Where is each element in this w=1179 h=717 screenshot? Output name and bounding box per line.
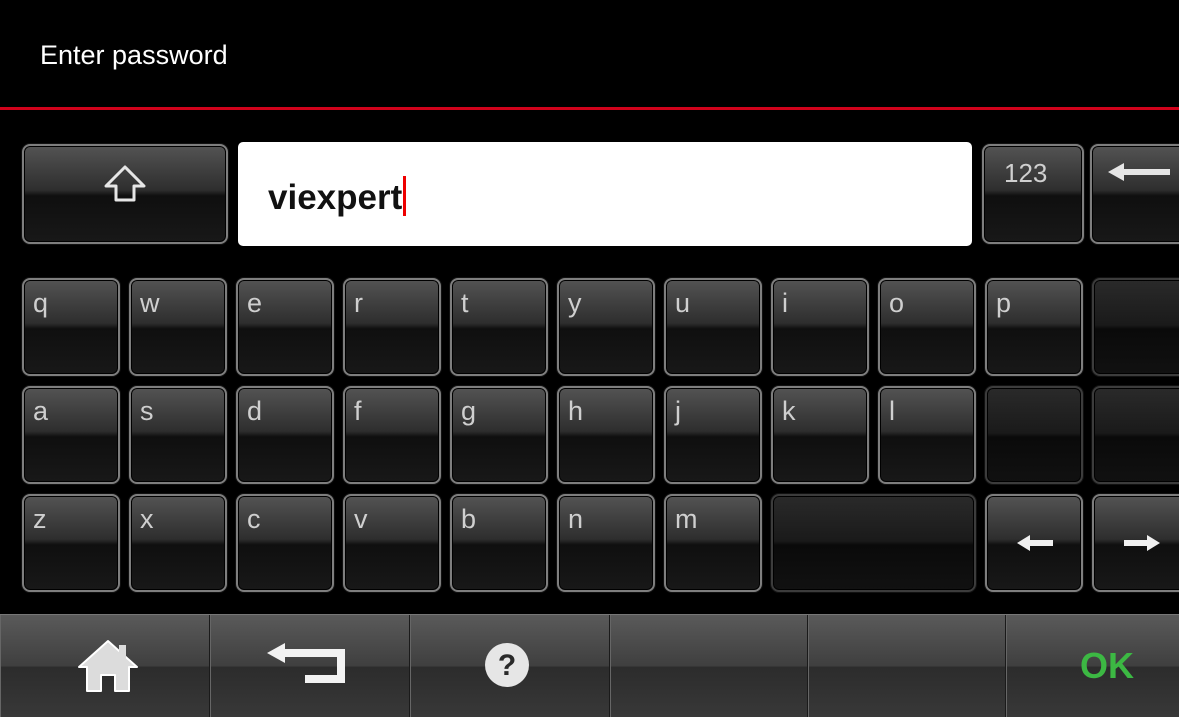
- key-t[interactable]: t: [450, 278, 548, 376]
- key-h[interactable]: h: [557, 386, 655, 484]
- help-button[interactable]: ?: [410, 615, 610, 717]
- key-m[interactable]: m: [664, 494, 762, 592]
- numeric-toggle-button[interactable]: 123: [982, 144, 1084, 244]
- key-label: l: [889, 396, 895, 426]
- key-g[interactable]: g: [450, 386, 548, 484]
- shift-button[interactable]: [22, 144, 228, 244]
- key-n[interactable]: n: [557, 494, 655, 592]
- cursor-right-button[interactable]: [1092, 494, 1179, 592]
- key-label: b: [461, 504, 477, 534]
- key-r[interactable]: r: [343, 278, 441, 376]
- backspace-button[interactable]: [1090, 144, 1179, 244]
- key-d[interactable]: d: [236, 386, 334, 484]
- password-input[interactable]: viexpert: [238, 142, 972, 246]
- bottom-toolbar: ? OK: [0, 614, 1179, 717]
- key-label: x: [140, 504, 154, 534]
- key-s[interactable]: s: [129, 386, 227, 484]
- key-label: c: [247, 504, 261, 534]
- help-icon: ?: [485, 643, 529, 687]
- page-title: Enter password: [40, 40, 228, 70]
- key-label: m: [675, 504, 698, 534]
- key-c[interactable]: c: [236, 494, 334, 592]
- home-icon: [78, 640, 138, 692]
- key-blank: [985, 386, 1083, 484]
- key-e[interactable]: e: [236, 278, 334, 376]
- key-i[interactable]: i: [771, 278, 869, 376]
- ok-label: OK: [1080, 645, 1134, 686]
- key-label: y: [568, 288, 582, 318]
- key-label: e: [247, 288, 263, 318]
- password-value: viexpert: [268, 176, 407, 218]
- key-label: u: [675, 288, 691, 318]
- key-u[interactable]: u: [664, 278, 762, 376]
- key-l[interactable]: l: [878, 386, 976, 484]
- key-label: d: [247, 396, 263, 426]
- key-blank: [1092, 386, 1179, 484]
- back-icon: [267, 643, 345, 683]
- numeric-toggle-label: 123: [1004, 158, 1048, 188]
- cursor-left-icon: [1017, 535, 1053, 551]
- key-w[interactable]: w: [129, 278, 227, 376]
- key-label: a: [33, 396, 49, 426]
- key-label: v: [354, 504, 368, 534]
- key-label: t: [461, 288, 469, 318]
- home-button[interactable]: [0, 615, 210, 717]
- key-q[interactable]: q: [22, 278, 120, 376]
- key-label: g: [461, 396, 477, 426]
- key-z[interactable]: z: [22, 494, 120, 592]
- text-caret: [403, 176, 407, 216]
- key-label: o: [889, 288, 905, 318]
- key-label: n: [568, 504, 584, 534]
- title-bar: Enter password: [0, 0, 1179, 109]
- key-o[interactable]: o: [878, 278, 976, 376]
- back-button[interactable]: [210, 615, 410, 717]
- key-label: w: [140, 288, 160, 318]
- key-p[interactable]: p: [985, 278, 1083, 376]
- key-label: q: [33, 288, 49, 318]
- key-j[interactable]: j: [664, 386, 762, 484]
- key-label: i: [782, 288, 788, 318]
- key-label: z: [33, 504, 47, 534]
- key-x[interactable]: x: [129, 494, 227, 592]
- backspace-icon: [1108, 163, 1170, 181]
- toolbar-empty-slot: [610, 615, 808, 717]
- key-label: j: [675, 396, 681, 426]
- key-label: k: [782, 396, 796, 426]
- cursor-right-icon: [1124, 535, 1160, 551]
- key-v[interactable]: v: [343, 494, 441, 592]
- key-label: f: [354, 396, 362, 426]
- key-f[interactable]: f: [343, 386, 441, 484]
- key-a[interactable]: a: [22, 386, 120, 484]
- key-k[interactable]: k: [771, 386, 869, 484]
- shift-icon: [104, 165, 146, 202]
- key-label: s: [140, 396, 154, 426]
- key-y[interactable]: y: [557, 278, 655, 376]
- cursor-left-button[interactable]: [985, 494, 1083, 592]
- key-b[interactable]: b: [450, 494, 548, 592]
- accent-divider: [0, 107, 1179, 110]
- key-label: h: [568, 396, 584, 426]
- ok-button[interactable]: OK: [1006, 615, 1179, 717]
- key-blank: [1092, 278, 1179, 376]
- svg-text:?: ?: [498, 649, 516, 682]
- space-key[interactable]: [771, 494, 976, 592]
- key-label: r: [354, 288, 363, 318]
- key-label: p: [996, 288, 1012, 318]
- toolbar-empty-slot: [808, 615, 1006, 717]
